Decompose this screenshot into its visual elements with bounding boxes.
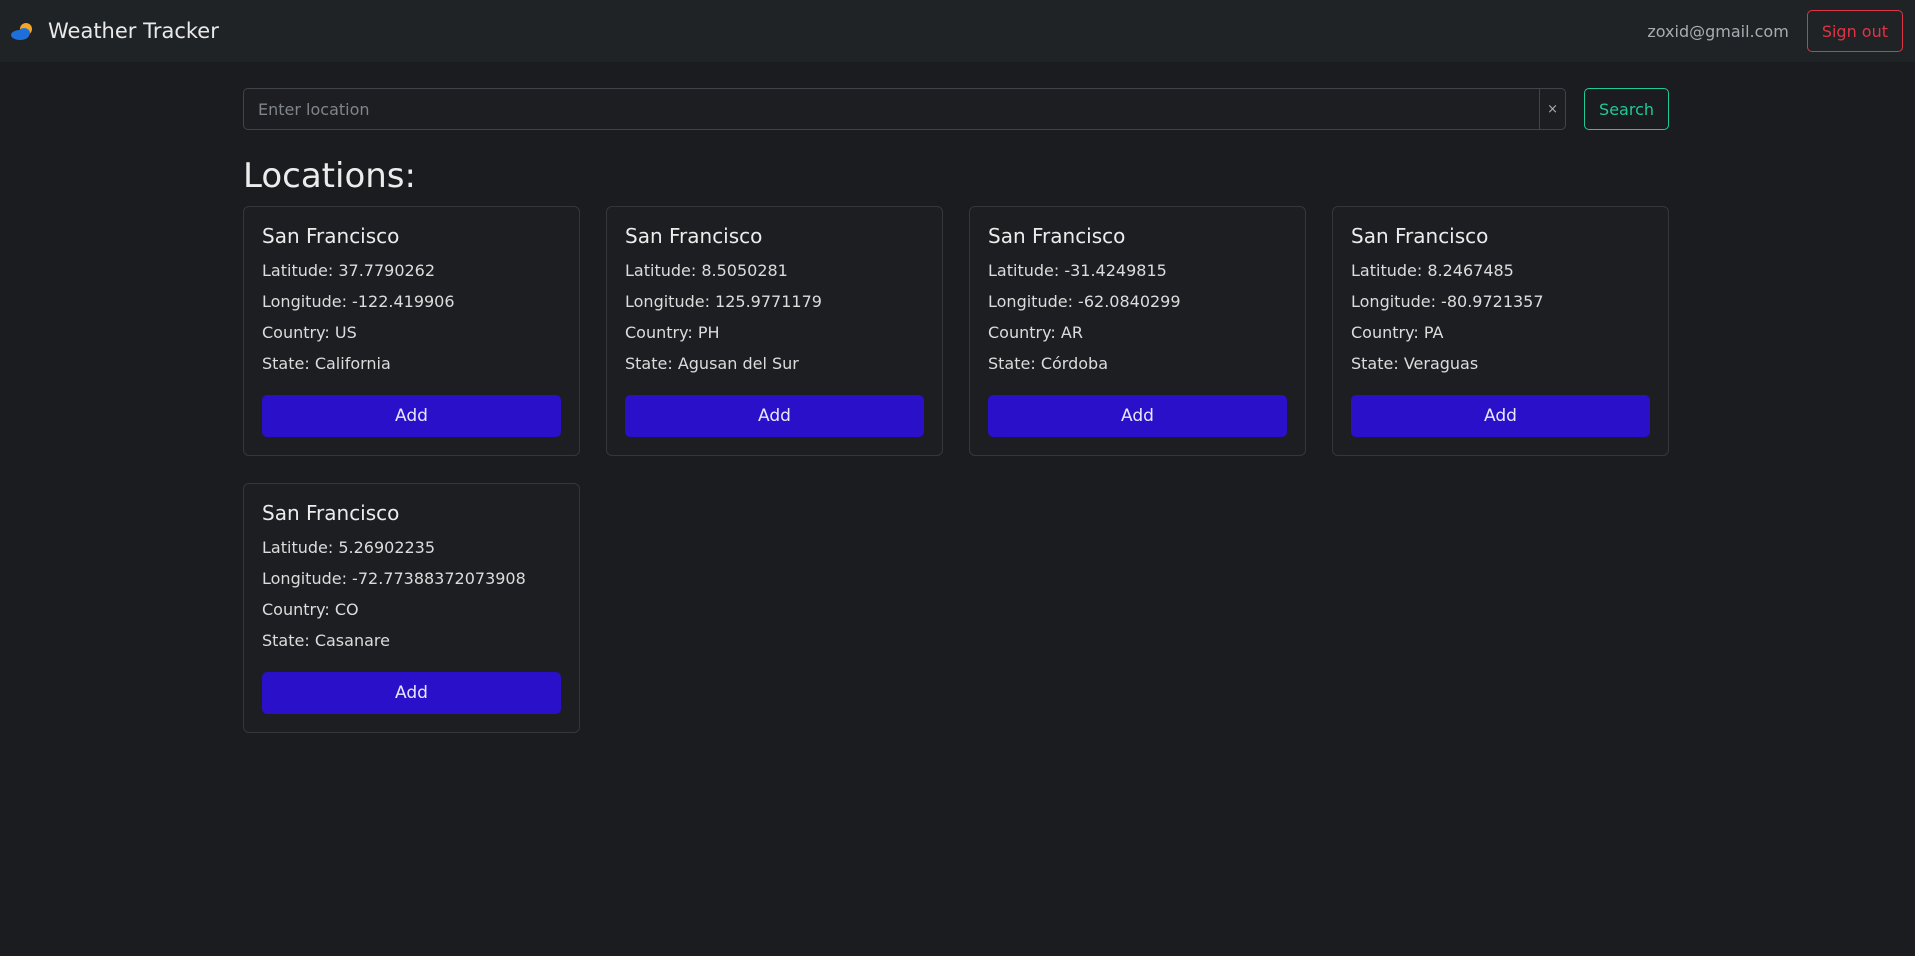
cloud-sun-icon	[10, 20, 36, 42]
add-location-button[interactable]: Add	[625, 395, 924, 437]
clear-search-button[interactable]: ×	[1539, 88, 1567, 130]
location-cards: San Francisco Latitude: 37.7790262 Longi…	[243, 206, 1669, 733]
add-location-button[interactable]: Add	[262, 672, 561, 714]
location-longitude: Longitude: -62.0840299	[988, 292, 1181, 311]
location-state: State: Agusan del Sur	[625, 354, 799, 373]
location-longitude: Longitude: 125.9771179	[625, 292, 822, 311]
brand[interactable]: Weather Tracker	[10, 19, 219, 43]
locations-heading: Locations:	[243, 156, 416, 196]
location-card: San Francisco Latitude: 5.26902235 Longi…	[243, 483, 580, 733]
add-location-button[interactable]: Add	[262, 395, 561, 437]
location-name: San Francisco	[262, 224, 400, 248]
search-button[interactable]: Search	[1584, 88, 1669, 130]
location-card: San Francisco Latitude: 8.2467485 Longit…	[1332, 206, 1669, 456]
location-country: Country: US	[262, 323, 357, 342]
user-email: zoxid@gmail.com	[1647, 21, 1789, 41]
app-title: Weather Tracker	[48, 19, 219, 43]
location-latitude: Latitude: 37.7790262	[262, 261, 436, 280]
top-navbar: Weather Tracker zoxid@gmail.com Sign out	[0, 0, 1915, 62]
search-row: × Search	[243, 88, 1669, 130]
location-state: State: California	[262, 354, 391, 373]
location-state: State: Veraguas	[1351, 354, 1479, 373]
location-longitude: Longitude: -122.419906	[262, 292, 455, 311]
location-name: San Francisco	[988, 224, 1126, 248]
sign-out-button[interactable]: Sign out	[1806, 10, 1903, 52]
main-content: × Search Locations: San Francisco Latitu…	[243, 88, 1669, 733]
location-name: San Francisco	[262, 501, 400, 525]
location-country: Country: PH	[625, 323, 720, 342]
location-country: Country: CO	[262, 600, 359, 619]
location-search-input[interactable]	[243, 88, 1540, 130]
add-location-button[interactable]: Add	[1351, 395, 1650, 437]
location-name: San Francisco	[625, 224, 763, 248]
location-card: San Francisco Latitude: -31.4249815 Long…	[969, 206, 1306, 456]
add-location-button[interactable]: Add	[988, 395, 1287, 437]
location-state: State: Casanare	[262, 631, 390, 650]
location-longitude: Longitude: -72.77388372073908	[262, 569, 526, 588]
location-state: State: Córdoba	[988, 354, 1108, 373]
location-latitude: Latitude: 5.26902235	[262, 538, 436, 557]
location-latitude: Latitude: 8.2467485	[1351, 261, 1514, 280]
location-latitude: Latitude: -31.4249815	[988, 261, 1167, 280]
nav-user-area: zoxid@gmail.com Sign out	[1647, 10, 1903, 52]
search-group: ×	[243, 88, 1567, 130]
location-country: Country: AR	[988, 323, 1083, 342]
location-latitude: Latitude: 8.5050281	[625, 261, 788, 280]
location-card: San Francisco Latitude: 8.5050281 Longit…	[606, 206, 943, 456]
location-longitude: Longitude: -80.9721357	[1351, 292, 1544, 311]
location-name: San Francisco	[1351, 224, 1489, 248]
location-country: Country: PA	[1351, 323, 1444, 342]
location-card: San Francisco Latitude: 37.7790262 Longi…	[243, 206, 580, 456]
